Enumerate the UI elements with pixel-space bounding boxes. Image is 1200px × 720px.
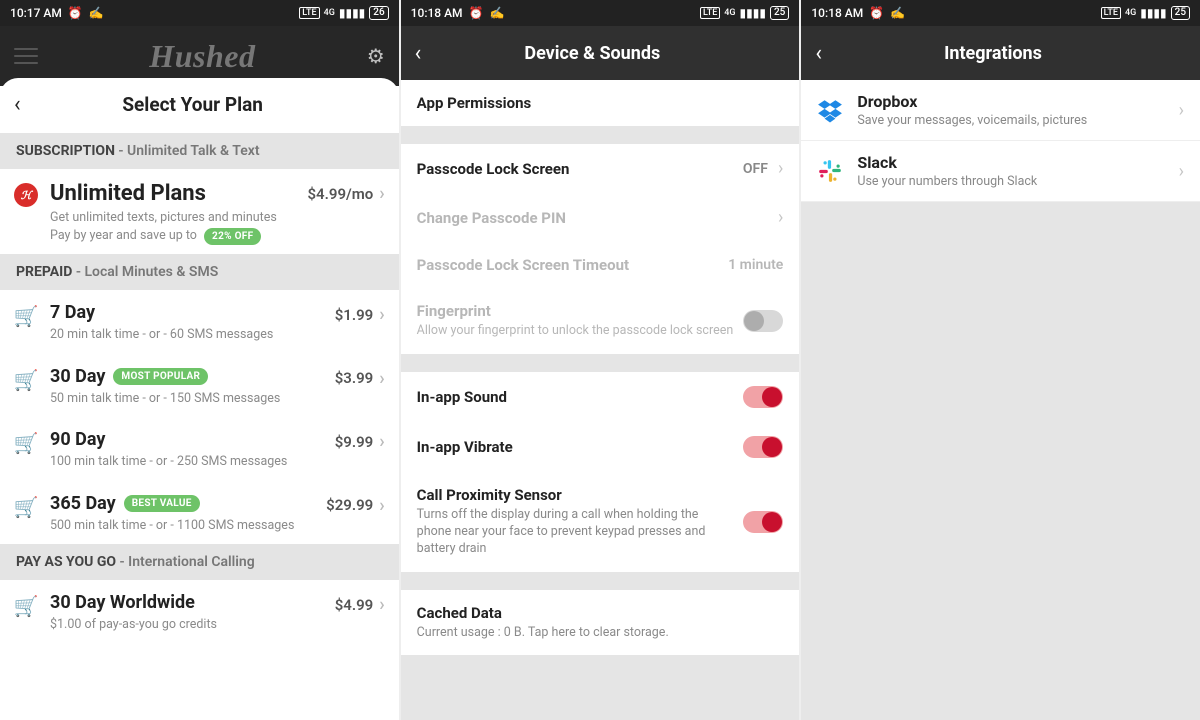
section-divider: [401, 572, 800, 590]
row-change-pin: Change Passcode PIN ›: [401, 193, 800, 242]
page-title: Select Your Plan: [1, 93, 385, 116]
settings-icon[interactable]: ⚙: [367, 44, 385, 68]
alarm-icon: ⏰: [68, 6, 83, 20]
sound-toggle[interactable]: [743, 386, 783, 408]
row-inapp-vibrate[interactable]: In-app Vibrate: [401, 422, 800, 472]
lte-icon: LTE: [700, 7, 720, 19]
chevron-right-icon: ›: [379, 304, 384, 325]
cart-icon: 🛒: [14, 495, 38, 519]
plan-prepaid-365day[interactable]: 🛒 365 Day BEST VALUE 500 min talk time -…: [0, 481, 399, 545]
status-time: 10:18 AM: [411, 6, 463, 20]
plan-prepaid-90day[interactable]: 🛒 90 Day 100 min talk time - or - 250 SM…: [0, 417, 399, 481]
lte-icon: LTE: [1101, 7, 1121, 19]
section-divider: [401, 126, 800, 144]
alarm-icon: ⏰: [469, 6, 484, 20]
row-inapp-sound[interactable]: In-app Sound: [401, 372, 800, 422]
network-icon: 4G: [724, 8, 735, 18]
battery-icon: 26: [369, 6, 388, 20]
battery-icon: 25: [1171, 6, 1190, 20]
navbar: ‹ Device & Sounds: [401, 26, 800, 80]
passcode-lock-value: OFF: [743, 161, 768, 177]
menu-icon[interactable]: [14, 48, 38, 64]
screen-device-sounds: 10:18 AM ⏰ ✍ LTE 4G ▮▮▮▮ 25 ‹ Device & S…: [401, 0, 800, 720]
section-divider: [401, 354, 800, 372]
plan-price: $4.99/mo: [307, 185, 373, 203]
cart-icon: 🛒: [14, 431, 38, 455]
plan-sheet: ‹ Select Your Plan SUBSCRIPTION - Unlimi…: [0, 78, 399, 644]
plan-unlimited[interactable]: ℋ Unlimited Plans Get unlimited texts, p…: [0, 169, 399, 254]
proximity-toggle[interactable]: [743, 511, 783, 533]
screen-select-plan: 10:17 AM ⏰ ✍ LTE 4G ▮▮▮▮ 26 Hushed ⚙ ‹ S…: [0, 0, 399, 720]
integration-dropbox[interactable]: Dropbox Save your messages, voicemails, …: [801, 80, 1200, 141]
chevron-right-icon: ›: [379, 431, 384, 452]
app-brand-logo: Hushed: [149, 38, 255, 75]
chevron-right-icon: ›: [778, 207, 783, 228]
plan-name: Unlimited Plans: [50, 181, 206, 206]
vibrate-toggle[interactable]: [743, 436, 783, 458]
signature-icon: ✍: [890, 6, 905, 20]
signature-icon: ✍: [490, 6, 505, 20]
status-bar: 10:17 AM ⏰ ✍ LTE 4G ▮▮▮▮ 26: [0, 0, 399, 26]
status-time: 10:17 AM: [10, 6, 62, 20]
slack-icon: [817, 158, 843, 184]
best-value-tag: BEST VALUE: [124, 495, 200, 512]
dropbox-icon: [817, 97, 843, 123]
fingerprint-toggle: [743, 310, 783, 332]
section-subscription: SUBSCRIPTION - Unlimited Talk & Text: [0, 133, 399, 169]
signature-icon: ✍: [89, 6, 104, 20]
chevron-right-icon: ›: [1179, 161, 1184, 182]
battery-icon: 25: [770, 6, 789, 20]
discount-tag: 22% OFF: [204, 228, 261, 245]
plan-prepaid-30day[interactable]: 🛒 30 Day MOST POPULAR 50 min talk time -…: [0, 354, 399, 418]
cart-icon: 🛒: [14, 368, 38, 392]
row-cached-data[interactable]: Cached Data Current usage : 0 B. Tap her…: [401, 590, 800, 656]
network-icon: 4G: [324, 8, 335, 18]
network-icon: 4G: [1125, 8, 1136, 18]
section-prepaid: PREPAID - Local Minutes & SMS: [0, 254, 399, 290]
row-app-permissions[interactable]: App Permissions: [401, 80, 800, 126]
plan-prepaid-7day[interactable]: 🛒 7 Day 20 min talk time - or - 60 SMS m…: [0, 290, 399, 354]
status-time: 10:18 AM: [811, 6, 863, 20]
most-popular-tag: MOST POPULAR: [113, 368, 208, 385]
empty-area: [801, 202, 1200, 720]
page-title: Device & Sounds: [401, 43, 786, 64]
status-bar: 10:18 AM ⏰ ✍ LTE 4G ▮▮▮▮ 25: [801, 0, 1200, 26]
screen-integrations: 10:18 AM ⏰ ✍ LTE 4G ▮▮▮▮ 25 ‹ Integratio…: [801, 0, 1200, 720]
app-top-bar: Hushed ⚙: [0, 26, 399, 86]
chevron-right-icon: ›: [1179, 100, 1184, 121]
cart-icon: 🛒: [14, 594, 38, 618]
empty-area: [401, 655, 800, 720]
integration-slack[interactable]: Slack Use your numbers through Slack ›: [801, 141, 1200, 202]
alarm-icon: ⏰: [869, 6, 884, 20]
plan-payg-worldwide[interactable]: 🛒 30 Day Worldwide $1.00 of pay-as-you g…: [0, 580, 399, 644]
row-passcode-lock[interactable]: Passcode Lock Screen OFF ›: [401, 144, 800, 193]
lte-icon: LTE: [299, 7, 319, 19]
signal-icon: ▮▮▮▮: [1140, 6, 1166, 20]
chevron-right-icon: ›: [379, 495, 384, 516]
signal-icon: ▮▮▮▮: [740, 6, 766, 20]
chevron-right-icon: ›: [379, 594, 384, 615]
navbar: ‹ Integrations: [801, 26, 1200, 80]
status-bar: 10:18 AM ⏰ ✍ LTE 4G ▮▮▮▮ 25: [401, 0, 800, 26]
chevron-right-icon: ›: [778, 158, 783, 179]
plan-description: Get unlimited texts, pictures and minute…: [50, 209, 295, 244]
signal-icon: ▮▮▮▮: [339, 6, 365, 20]
page-title: Integrations: [801, 43, 1186, 64]
section-payg: PAY AS YOU GO - International Calling: [0, 544, 399, 580]
hushed-logo-icon: ℋ: [14, 183, 38, 207]
chevron-right-icon: ›: [379, 183, 384, 204]
row-proximity[interactable]: Call Proximity Sensor Turns off the disp…: [401, 472, 800, 572]
row-fingerprint: Fingerprint Allow your fingerprint to un…: [401, 288, 800, 354]
row-lock-timeout: Passcode Lock Screen Timeout 1 minute: [401, 242, 800, 288]
cart-icon: 🛒: [14, 304, 38, 328]
chevron-right-icon: ›: [379, 368, 384, 389]
